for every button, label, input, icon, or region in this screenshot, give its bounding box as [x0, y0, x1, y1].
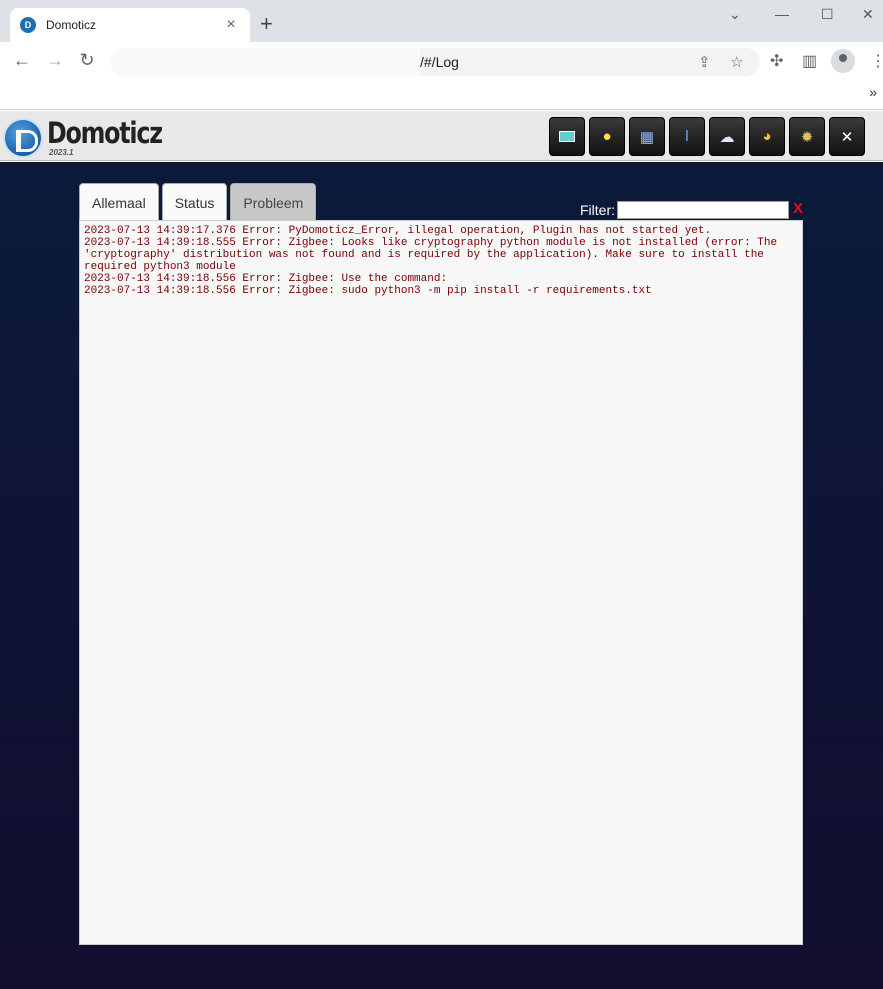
settings-icon[interactable]: ✹ — [789, 117, 825, 156]
utility-icon[interactable]: ◕ — [749, 117, 785, 156]
log-tabs: Allemaal Status Probleem — [79, 183, 317, 221]
tab-probleem[interactable]: Probleem — [230, 183, 317, 221]
address-bar[interactable]: /#/Log ⇪ ☆ — [110, 48, 760, 76]
logo-text: Domoticz — [47, 116, 163, 150]
domoticz-logo-icon[interactable] — [3, 118, 43, 158]
address-host-blurred — [110, 48, 420, 76]
browser-toolbar: ← → ↻ /#/Log ⇪ ☆ ✣ ▥ ⋮ — [0, 42, 883, 80]
domoticz-favicon-icon: D — [20, 17, 36, 33]
scenes-icon[interactable]: ▦ — [629, 117, 665, 156]
sidepanel-icon[interactable]: ▥ — [802, 51, 817, 71]
star-icon[interactable]: ☆ — [730, 53, 743, 71]
temperature-icon[interactable]: ǀ — [669, 117, 705, 156]
tab-title: Domoticz — [46, 18, 97, 32]
log-panel: 2023-07-13 14:39:17.376 Error: PyDomotic… — [79, 220, 803, 945]
log-line: 2023-07-13 14:39:17.376 Error: PyDomotic… — [84, 225, 712, 237]
weather-icon[interactable]: ☁ — [709, 117, 745, 156]
menu-icon[interactable]: ⋮ — [870, 51, 883, 71]
profile-icon[interactable] — [831, 49, 855, 73]
back-icon[interactable]: ← — [10, 50, 34, 71]
minimize-icon[interactable]: — — [775, 6, 789, 22]
more-bookmarks-icon[interactable]: » — [869, 84, 877, 100]
address-url: /#/Log — [420, 54, 459, 70]
bookmark-bar: » — [0, 80, 883, 110]
main-nav: ● ▦ ǀ ☁ ◕ ✹ ✕ — [549, 117, 865, 156]
forward-icon[interactable]: → — [43, 50, 67, 71]
app-body: Allemaal Status Probleem Filter: X 2023-… — [0, 162, 883, 989]
log-line: 2023-07-13 14:39:18.556 Error: Zigbee: U… — [84, 273, 448, 285]
app-version: 2023.1 — [49, 148, 74, 157]
filter-clear-button[interactable]: X — [793, 200, 803, 217]
filter-input[interactable] — [617, 201, 789, 219]
log-line: 2023-07-13 14:39:18.556 Error: Zigbee: s… — [84, 285, 652, 297]
browser-tabbar: D Domoticz × + ⌄ — ☐ ✕ — [0, 0, 883, 42]
new-tab-button[interactable]: + — [260, 13, 273, 35]
share-icon[interactable]: ⇪ — [698, 53, 711, 71]
dashboard-icon[interactable] — [549, 117, 585, 156]
tab-status[interactable]: Status — [161, 183, 228, 221]
tab-allemaal[interactable]: Allemaal — [79, 183, 159, 221]
extensions-icon[interactable]: ✣ — [770, 51, 783, 71]
close-tab-icon[interactable]: × — [222, 16, 240, 34]
lightbulb-icon[interactable]: ● — [589, 117, 625, 156]
tools-icon[interactable]: ✕ — [829, 117, 865, 156]
maximize-icon[interactable]: ☐ — [821, 6, 834, 23]
browser-tab[interactable]: D Domoticz × — [10, 8, 250, 42]
tab-search-icon[interactable]: ⌄ — [729, 6, 741, 23]
close-window-icon[interactable]: ✕ — [862, 6, 874, 23]
reload-icon[interactable]: ↻ — [75, 50, 99, 71]
app-header: Domoticz 2023.1 ● ▦ ǀ ☁ ◕ ✹ ✕ — [0, 111, 883, 161]
filter-label: Filter: — [580, 202, 615, 218]
log-line: 2023-07-13 14:39:18.555 Error: Zigbee: L… — [84, 237, 784, 273]
